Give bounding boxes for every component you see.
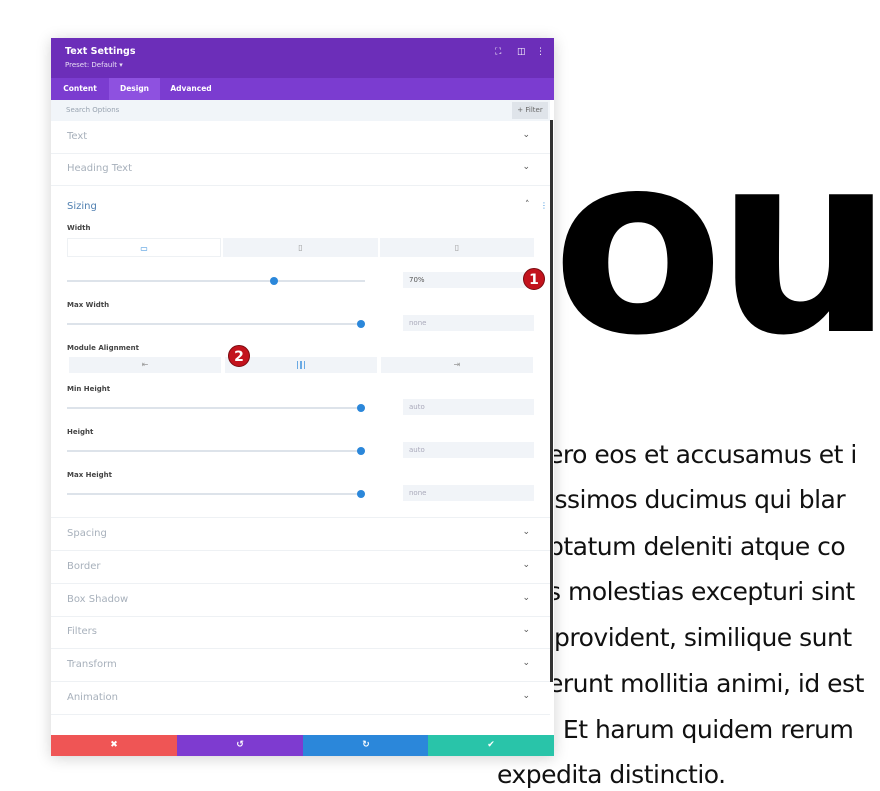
paragraph-line: s molestias excepturi sint <box>548 577 855 606</box>
width-value-input[interactable]: 70% <box>403 272 534 288</box>
paragraph-line: . Et harum quidem rerum <box>548 715 854 744</box>
max-width-slider[interactable] <box>67 320 365 328</box>
section-filters[interactable]: Filters ⌄ <box>51 616 550 649</box>
undo-button[interactable]: ↺ <box>177 735 303 756</box>
section-box-shadow[interactable]: Box Shadow ⌄ <box>51 584 550 617</box>
panel-title: Text Settings <box>65 46 136 57</box>
max-width-label: Max Width <box>67 301 110 309</box>
save-button[interactable]: ✔ <box>428 735 554 756</box>
paragraph-line: ero eos et accusamus et i <box>548 440 857 469</box>
section-label: Box Shadow <box>67 594 129 605</box>
align-left-icon[interactable]: ⇤ <box>69 357 221 373</box>
phone-icon[interactable]: ▯ <box>380 238 534 257</box>
slider-handle[interactable] <box>357 447 365 455</box>
module-alignment-label: Module Alignment <box>67 344 139 352</box>
annotation-badge-2: 2 <box>228 345 250 367</box>
cancel-button[interactable]: ✖ <box>51 735 177 756</box>
section-label: Transform <box>67 659 117 670</box>
search-input[interactable]: Search Options <box>66 106 119 114</box>
max-height-input[interactable]: none <box>403 485 534 501</box>
section-label: Filters <box>67 626 97 637</box>
slider-handle[interactable] <box>357 404 365 412</box>
preset-dropdown[interactable]: Preset: Default ▾ <box>65 61 123 69</box>
min-height-label: Min Height <box>67 385 111 393</box>
chevron-down-icon: ⌄ <box>522 560 530 570</box>
filter-button[interactable]: + Filter <box>512 102 548 119</box>
min-height-slider[interactable] <box>67 404 365 412</box>
chevron-down-icon: ⌄ <box>522 658 530 668</box>
slider-handle[interactable] <box>270 277 278 285</box>
section-transform[interactable]: Transform ⌄ <box>51 649 550 682</box>
paragraph-line: issimos ducimus qui blar <box>548 485 846 514</box>
more-icon[interactable]: ⋮ <box>536 47 545 57</box>
section-label: Heading Text <box>67 163 133 174</box>
settings-panel: Text Settings Preset: Default ▾ ⛶ ◫ ⋮ Co… <box>51 38 554 756</box>
tab-bar: Content Design Advanced <box>51 78 554 100</box>
search-bar[interactable]: Search Options + Filter <box>51 100 550 121</box>
section-label: Animation <box>67 692 118 703</box>
sizing-section: Sizing ˄ ⋮ Width ▭ ▯ ▯ 70% Max Width non… <box>51 186 550 518</box>
scrollbar[interactable] <box>550 120 553 682</box>
chevron-down-icon: ⌄ <box>522 527 530 537</box>
desktop-icon[interactable]: ▭ <box>67 238 221 257</box>
slider-handle[interactable] <box>357 320 365 328</box>
tab-design[interactable]: Design <box>109 78 160 100</box>
sizing-title[interactable]: Sizing <box>67 201 97 212</box>
section-label: Spacing <box>67 528 107 539</box>
align-right-icon[interactable]: ⇥ <box>381 357 533 373</box>
max-width-input[interactable]: none <box>403 315 534 331</box>
panel-header: Text Settings Preset: Default ▾ ⛶ ◫ ⋮ <box>51 38 554 78</box>
paragraph-line: expedita distinctio. <box>497 760 726 789</box>
chevron-up-icon[interactable]: ˄ <box>525 200 530 210</box>
chevron-down-icon: ⌄ <box>522 130 530 140</box>
slider-handle[interactable] <box>357 490 365 498</box>
height-input[interactable]: auto <box>403 442 534 458</box>
max-height-label: Max Height <box>67 471 112 479</box>
annotation-badge-1: 1 <box>523 268 545 290</box>
paragraph-line: provident, similique sunt <box>554 623 852 652</box>
background-heading: ou <box>552 99 880 390</box>
section-border[interactable]: Border ⌄ <box>51 551 550 584</box>
chevron-down-icon: ⌄ <box>522 691 530 701</box>
redo-button[interactable]: ↻ <box>303 735 429 756</box>
section-label: Border <box>67 561 101 572</box>
expand-icon[interactable]: ⛶ <box>495 47 501 57</box>
section-label: Text <box>67 131 88 142</box>
width-label: Width <box>67 224 91 232</box>
tab-advanced[interactable]: Advanced <box>160 78 222 100</box>
chevron-down-icon: ⌄ <box>522 625 530 635</box>
section-text[interactable]: Text ⌄ <box>51 121 550 154</box>
height-label: Height <box>67 428 94 436</box>
paragraph-line: erunt mollitia animi, id est <box>548 669 864 698</box>
paragraph-line: ptatum deleniti atque co <box>548 532 846 561</box>
section-spacing[interactable]: Spacing ⌄ <box>51 518 550 551</box>
min-height-input[interactable]: auto <box>403 399 534 415</box>
max-height-slider[interactable] <box>67 490 365 498</box>
tablet-icon[interactable]: ▯ <box>223 238 378 257</box>
section-animation[interactable]: Animation ⌄ <box>51 682 550 715</box>
chevron-down-icon: ⌄ <box>522 593 530 603</box>
section-heading-text[interactable]: Heading Text ⌄ <box>51 153 550 186</box>
chevron-down-icon: ⌄ <box>522 162 530 172</box>
more-icon[interactable]: ⋮ <box>540 201 548 210</box>
split-view-icon[interactable]: ◫ <box>517 47 526 57</box>
width-slider[interactable] <box>67 277 365 285</box>
height-slider[interactable] <box>67 447 365 455</box>
tab-content[interactable]: Content <box>51 78 109 100</box>
